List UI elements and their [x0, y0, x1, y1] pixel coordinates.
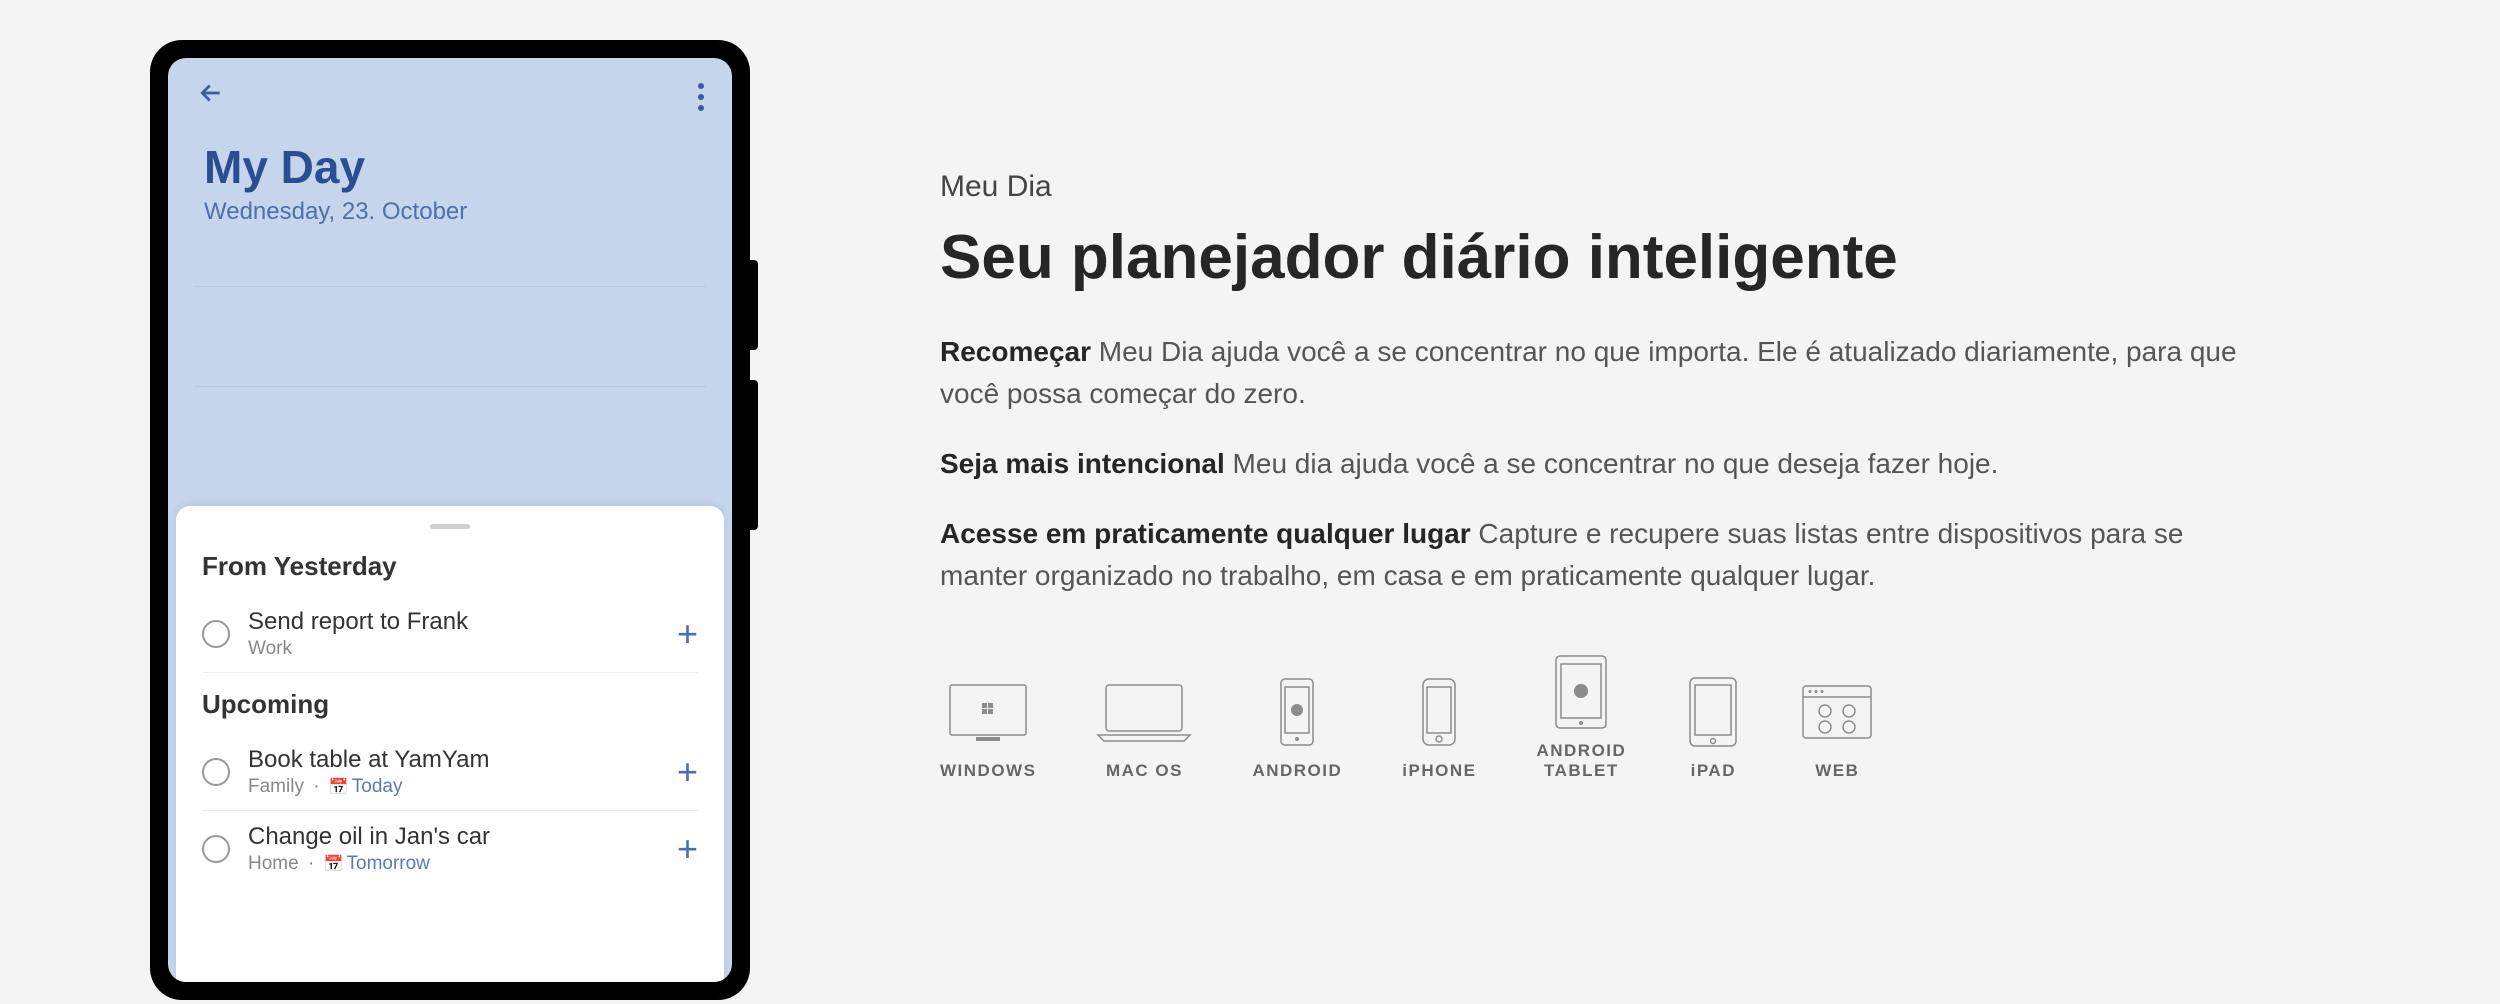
app-screen-title: My Day	[204, 140, 696, 194]
add-task-button[interactable]: +	[677, 616, 698, 652]
android-tablet-icon	[1552, 657, 1610, 727]
platform-label: iPHONE	[1402, 761, 1476, 781]
section-header: From Yesterday	[176, 551, 724, 596]
platform-web[interactable]: WEB	[1800, 677, 1874, 781]
task-title: Book table at YamYam	[248, 746, 659, 774]
headline: Seu planejador diário inteligente	[940, 222, 2320, 293]
feature-paragraph: Acesse em praticamente qualquer lugar Ca…	[940, 513, 2240, 597]
platform-label: WINDOWS	[940, 761, 1036, 781]
add-task-button[interactable]: +	[677, 831, 698, 867]
task-title: Send report to Frank	[248, 608, 659, 636]
platform-label: ANDROID	[1252, 761, 1342, 781]
feature-description: Meu Dia Seu planejador diário inteligent…	[900, 40, 2500, 1004]
eyebrow-text: Meu Dia	[940, 170, 2320, 204]
task-radio-icon[interactable]	[202, 835, 230, 863]
task-radio-icon[interactable]	[202, 620, 230, 648]
back-arrow-icon[interactable]	[196, 78, 226, 116]
platform-label: ANDROID TABLET	[1536, 741, 1626, 781]
phone-frame: My Day Wednesday, 23. October From Yeste…	[150, 40, 750, 1000]
task-title: Change oil in Jan's car	[248, 823, 659, 851]
task-item[interactable]: Book table at YamYam Family · 📅Today +	[176, 734, 724, 810]
platform-label: iPAD	[1691, 761, 1736, 781]
platform-windows[interactable]: WINDOWS	[940, 677, 1036, 781]
macos-icon	[1096, 677, 1192, 747]
platform-iphone[interactable]: iPHONE	[1402, 677, 1476, 781]
drag-handle-icon[interactable]	[430, 524, 470, 529]
platform-label: WEB	[1815, 761, 1859, 781]
android-phone-icon	[1277, 677, 1317, 747]
add-task-button[interactable]: +	[677, 754, 698, 790]
platform-ipad[interactable]: iPAD	[1686, 677, 1740, 781]
ipad-icon	[1686, 677, 1740, 747]
task-meta: Home · 📅Tomorrow	[248, 853, 659, 875]
platform-list: WINDOWS MAC OS	[940, 657, 2320, 781]
web-icon	[1800, 677, 1874, 747]
task-meta: Work	[248, 638, 659, 660]
platform-label: MAC OS	[1106, 761, 1183, 781]
platform-macos[interactable]: MAC OS	[1096, 677, 1192, 781]
platform-android-tablet[interactable]: ANDROID TABLET	[1536, 657, 1626, 781]
task-item[interactable]: Send report to Frank Work +	[176, 596, 724, 672]
calendar-icon: 📅	[324, 856, 344, 873]
feature-paragraph: Seja mais intencional Meu dia ajuda você…	[940, 443, 2240, 485]
feature-paragraph: Recomeçar Meu Dia ajuda você a se concen…	[940, 331, 2240, 415]
task-radio-icon[interactable]	[202, 758, 230, 786]
iphone-icon	[1419, 677, 1459, 747]
platform-android[interactable]: ANDROID	[1252, 677, 1342, 781]
phone-screen: My Day Wednesday, 23. October From Yeste…	[168, 58, 732, 982]
windows-icon	[946, 677, 1030, 747]
task-item[interactable]: Change oil in Jan's car Home · 📅Tomorrow…	[176, 811, 724, 887]
phone-mockup: My Day Wednesday, 23. October From Yeste…	[0, 40, 900, 1004]
app-screen-date: Wednesday, 23. October	[204, 198, 696, 226]
kebab-menu-icon[interactable]	[698, 83, 704, 111]
suggestions-sheet: From Yesterday Send report to Frank Work…	[176, 506, 724, 982]
section-header: Upcoming	[176, 673, 724, 734]
empty-task-area	[168, 226, 732, 506]
task-meta: Family · 📅Today	[248, 776, 659, 798]
calendar-icon: 📅	[329, 779, 349, 796]
